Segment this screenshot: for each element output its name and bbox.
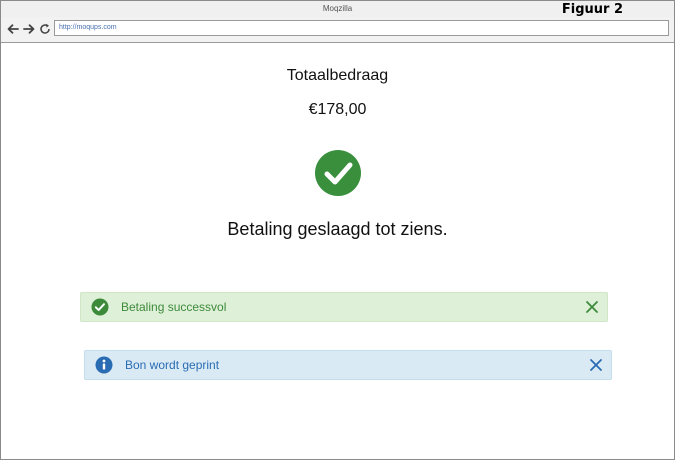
check-circle-icon: [91, 298, 109, 316]
total-label: Totaalbedraag: [286, 67, 389, 84]
total-amount: €178,00: [308, 101, 367, 118]
success-alert: Betaling successvol: [80, 292, 608, 322]
info-alert: Bon wordt geprint: [84, 350, 612, 380]
back-icon[interactable]: [6, 22, 20, 36]
forward-icon[interactable]: [22, 22, 36, 36]
success-alert-text: Betaling successvol: [121, 300, 227, 314]
info-icon: [95, 356, 113, 374]
figure-label: Figuur 2: [561, 2, 623, 17]
payment-message: Betaling geslaagd tot ziens.: [227, 219, 448, 239]
browser-window: Moqzilla http://moqups.com Totaalbedraag…: [0, 0, 675, 460]
close-icon[interactable]: [589, 358, 603, 372]
info-alert-text: Bon wordt geprint: [125, 358, 220, 372]
url-bar[interactable]: http://moqups.com: [54, 20, 669, 36]
page-content: Totaalbedraag €178,00 Betaling geslaagd …: [1, 43, 674, 459]
close-icon[interactable]: [585, 300, 599, 314]
success-check-icon: [314, 149, 362, 197]
reload-icon[interactable]: [38, 22, 52, 36]
